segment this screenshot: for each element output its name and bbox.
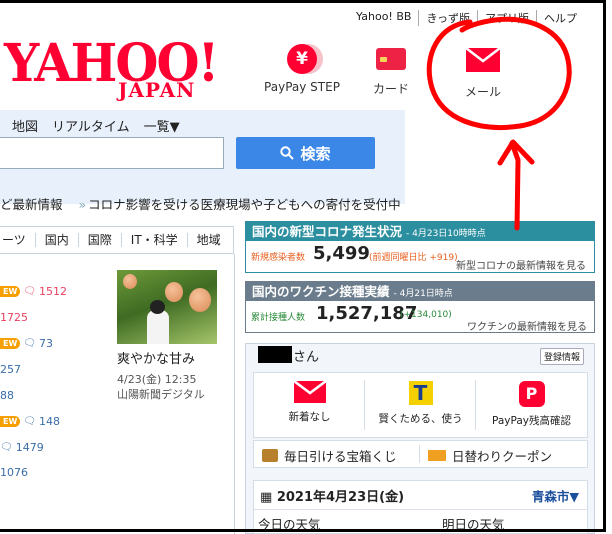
comment-count: 1512 [39, 285, 67, 298]
search-button-label: 検索 [300, 145, 331, 163]
tab-international[interactable]: 国際 [77, 233, 121, 247]
article-source: 山陽新聞デジタル [117, 388, 205, 401]
calendar-date: ▦ 2021年4月23日(金) [260, 490, 405, 505]
treasure-chest-icon [262, 449, 278, 462]
app-link[interactable]: アプリ版 [477, 10, 536, 26]
comment-icon: 🗨 [23, 416, 36, 427]
paypay-tile-label: PayPay残高確認 [491, 415, 572, 427]
paypay-tile[interactable]: P PayPay残高確認 [476, 373, 587, 439]
help-link[interactable]: ヘルプ [536, 10, 584, 26]
calendar-icon: ▦ [260, 490, 277, 505]
mail-icon [460, 47, 506, 75]
comment-count: 1479 [15, 441, 44, 454]
campaign-links: 毎日引ける宝箱くじ 日替わりクーポン [253, 440, 588, 468]
new-badge: EW [0, 416, 21, 427]
news-item-meta[interactable]: EW 🗨 148 [0, 415, 60, 428]
coupon-icon [428, 450, 446, 461]
comment-count: 73 [39, 337, 53, 350]
comment-count: 1076 [0, 466, 28, 479]
search-button[interactable]: 検索 [236, 137, 375, 169]
daily-coupon-label: 日替わりクーポン [452, 449, 553, 464]
card-icon [376, 48, 406, 70]
covid-diff: (前週同曜日比 +919) [369, 253, 458, 263]
japan-logo-text: JAPAN [118, 78, 196, 102]
comment-count: 257 [0, 363, 21, 376]
new-badge: EW [0, 338, 21, 349]
article-photo[interactable] [117, 270, 217, 344]
comment-icon: 🗨 [23, 286, 36, 297]
comment-count: 148 [39, 415, 60, 428]
card-label: カード [372, 82, 409, 96]
covid-link[interactable]: 新型コロナの最新情報を見る [456, 257, 586, 272]
t-point-tile[interactable]: T 賢くためる、使う [365, 373, 476, 439]
search-icon [280, 146, 295, 160]
tab-domestic[interactable]: 国内 [34, 233, 78, 247]
user-service-tiles: 新着なし T 賢くためる、使う P PayPay残高確認 [253, 372, 588, 438]
article-meta: 4/23(金) 12:35 山陽新聞デジタル [117, 372, 205, 402]
article-title[interactable]: 爽やかな甘み [117, 348, 195, 367]
city-selector[interactable]: 青森市▼ [532, 486, 579, 505]
redacted-username [258, 346, 292, 363]
daily-coupon-link[interactable]: 日替わりクーポン [428, 446, 552, 465]
news-item-meta[interactable]: 1725 [0, 311, 28, 324]
news-item-meta[interactable]: 1076 [0, 466, 28, 479]
paypay-step-label: PayPay STEP [264, 80, 340, 94]
top-links: Yahoo! BB きっず版 アプリ版 ヘルプ [349, 10, 584, 26]
vaccine-header: 国内のワクチン接種実績 - 4月21日時点 [246, 282, 594, 301]
kids-link[interactable]: きっず版 [418, 10, 477, 26]
comment-count: 88 [0, 389, 14, 402]
nav-list[interactable]: 一覧▼ [144, 116, 180, 135]
article-time: 4/23(金) 12:35 [117, 373, 197, 386]
news-category-tabs: ーツ 国内 国際 IT・科学 地域 [0, 226, 234, 254]
weather-today-label: 今日の天気 [258, 517, 321, 532]
mail-label: メール [464, 85, 501, 99]
annotation-arrow [497, 139, 535, 231]
nav-map[interactable]: 地図 [12, 116, 38, 135]
treasure-lottery-label: 毎日引ける宝箱くじ [284, 449, 397, 464]
news-item-meta[interactable]: EW 🗨 73 [0, 337, 53, 350]
weather-panel: ▦ 2021年4月23日(金) 青森市▼ 今日の天気 明日の天気 [253, 480, 588, 534]
user-suffix: さん [293, 350, 320, 365]
news-item-meta[interactable]: 257 [0, 363, 21, 376]
tab-it-science[interactable]: IT・科学 [120, 233, 187, 247]
weather-tomorrow-label: 明日の天気 [442, 517, 505, 532]
registration-info-button[interactable]: 登録情報 [540, 348, 585, 365]
tab-local[interactable]: 地域 [186, 233, 230, 247]
ticker-left[interactable]: ど最新情報 [0, 197, 63, 212]
mail-link[interactable]: メール [460, 44, 506, 100]
mail-tile[interactable]: 新着なし [254, 373, 365, 439]
news-item-meta[interactable]: 88 [0, 389, 14, 402]
covid-value: 5,499 [313, 243, 370, 264]
mail-tile-label: 新着なし [288, 411, 331, 423]
t-point-icon: T [408, 381, 433, 405]
nav-realtime[interactable]: リアルタイム [52, 116, 130, 135]
tab-sports[interactable]: ーツ [0, 233, 35, 247]
vaccine-label: 累計接種人数 [251, 313, 306, 323]
chevron-right-icon: » [78, 197, 87, 212]
search-input[interactable] [0, 137, 224, 169]
comment-icon: 🗨 [0, 442, 13, 453]
covid-header: 国内の新型コロナ発生状況 - 4月23日10時時点 [246, 222, 594, 241]
t-point-tile-label: 賢くためる、使う [378, 413, 463, 425]
treasure-lottery-link[interactable]: 毎日引ける宝箱くじ [262, 446, 397, 465]
comment-count: 1725 [0, 311, 28, 324]
news-item-meta[interactable]: EW 🗨 1512 [0, 285, 67, 298]
paypay-step-icon: ¥ [287, 44, 317, 74]
info-ticker: ど最新情報 » コロナ影響を受ける医療現場や子どもへの寄付を受付中 [0, 194, 401, 213]
paypay-step-link[interactable]: ¥ PayPay STEP [262, 44, 342, 94]
card-link[interactable]: カード [366, 44, 416, 97]
ticker-right[interactable]: コロナ影響を受ける医療現場や子どもへの寄付を受付中 [88, 197, 401, 212]
vaccine-diff: (+134,010) [400, 310, 452, 320]
yahoo-bb-link[interactable]: Yahoo! BB [349, 10, 418, 26]
covid-label: 新規感染者数 [251, 253, 306, 263]
mail-icon [292, 380, 327, 403]
comment-icon: 🗨 [23, 338, 36, 349]
paypay-icon: P [518, 381, 545, 407]
search-nav: 地図 リアルタイム 一覧▼ [12, 116, 180, 135]
vaccine-link[interactable]: ワクチンの最新情報を見る [467, 318, 587, 333]
news-item-meta[interactable]: 🗨 1479 [0, 441, 44, 454]
new-badge: EW [0, 286, 21, 297]
